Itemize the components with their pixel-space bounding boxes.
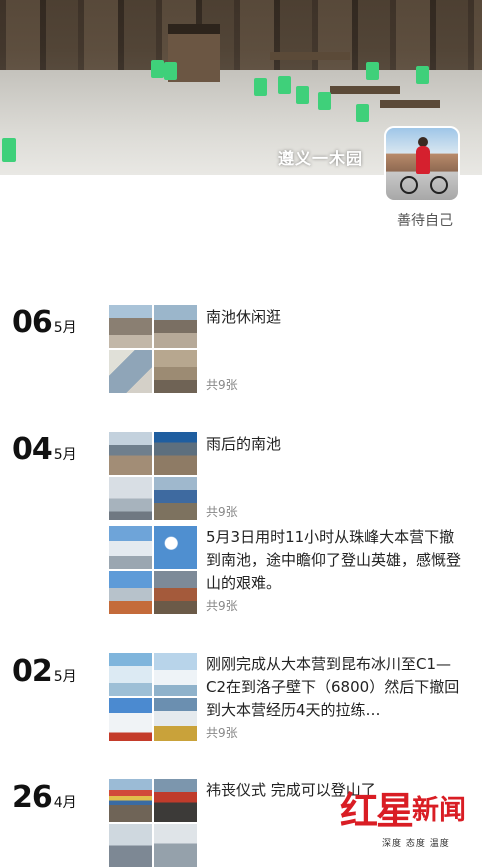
cover-stool	[254, 78, 267, 96]
photo-thumb[interactable]	[154, 305, 197, 348]
moment-entry[interactable]: 南池休闲逛 共9张	[109, 305, 469, 395]
photo-thumb[interactable]	[109, 477, 152, 520]
photo-thumb[interactable]	[109, 432, 152, 475]
photo-thumb[interactable]	[109, 653, 152, 696]
photo-thumb[interactable]	[109, 824, 152, 867]
watermark-logo: 红星 新闻 深度 态度 温度	[340, 780, 480, 856]
cover-stool	[318, 92, 331, 110]
photo-thumb[interactable]	[154, 526, 197, 569]
date-month: 5月	[53, 669, 77, 685]
date-label: 26 4月	[12, 780, 77, 815]
date-day: 26	[12, 780, 53, 815]
cover-stool	[416, 66, 429, 84]
photo-grid[interactable]	[109, 432, 197, 520]
photo-thumb[interactable]	[109, 526, 152, 569]
date-label: 06 5月	[12, 305, 77, 340]
photo-grid[interactable]	[109, 653, 197, 741]
cover-stool	[356, 104, 369, 122]
cover-stool	[278, 76, 291, 94]
date-label: 04 5月	[12, 432, 77, 467]
photo-count: 共9张	[206, 378, 238, 392]
moment-text[interactable]: 5月3日用时11小时从珠峰大本营下撤到南池，途中瞻仰了登山英雄，感慨登山的艰难。	[206, 526, 468, 595]
avatar-bike-wheel	[430, 176, 448, 194]
photo-count: 共9张	[206, 726, 238, 740]
photo-thumb[interactable]	[154, 779, 197, 822]
moment-entry[interactable]: 5月3日用时11小时从珠峰大本营下撤到南池，途中瞻仰了登山英雄，感慨登山的艰难。…	[109, 526, 469, 616]
date-month: 5月	[53, 320, 77, 336]
date-month: 5月	[53, 447, 77, 463]
profile-avatar[interactable]	[384, 126, 460, 202]
avatar-bike-wheel	[400, 176, 418, 194]
profile-name[interactable]: 善待自己	[385, 210, 465, 230]
cover-stool	[2, 138, 16, 162]
photo-thumb[interactable]	[109, 779, 152, 822]
cover-bench	[380, 100, 440, 108]
moment-text[interactable]: 南池休闲逛	[206, 306, 468, 329]
moment-text[interactable]: 刚刚完成从大本营到昆布冰川至C1—C2在到洛子壁下（6800）然后下撤回到大本营…	[206, 653, 468, 722]
photo-grid[interactable]	[109, 526, 197, 614]
photo-thumb[interactable]	[154, 653, 197, 696]
watermark-brand-red: 红星	[340, 788, 414, 833]
cover-caption: 遵义一木园	[278, 149, 364, 168]
date-day: 04	[12, 432, 53, 467]
cover-stool	[151, 60, 164, 78]
photo-thumb[interactable]	[109, 305, 152, 348]
cover-stool	[296, 86, 309, 104]
cover-stool	[366, 62, 379, 80]
photo-thumb[interactable]	[109, 571, 152, 614]
moment-entry[interactable]: 雨后的南池 共9张	[109, 432, 469, 522]
watermark-slogan: 深度 态度 温度	[380, 836, 452, 849]
date-label: 02 5月	[12, 654, 77, 689]
photo-thumb[interactable]	[109, 698, 152, 741]
photo-thumb[interactable]	[109, 350, 152, 393]
date-day: 06	[12, 305, 53, 340]
photo-grid[interactable]	[109, 305, 197, 393]
avatar-figure	[416, 146, 430, 174]
moment-entry[interactable]: 刚刚完成从大本营到昆布冰川至C1—C2在到洛子壁下（6800）然后下撤回到大本营…	[109, 653, 469, 743]
moment-text[interactable]: 雨后的南池	[206, 433, 468, 456]
cover-bench	[270, 52, 350, 60]
cover-bench	[330, 86, 400, 94]
photo-thumb[interactable]	[154, 477, 197, 520]
watermark-brand-news: 新闻	[412, 795, 466, 826]
photo-count: 共9张	[206, 505, 238, 519]
photo-count: 共9张	[206, 599, 238, 613]
date-month: 4月	[53, 795, 77, 811]
photo-thumb[interactable]	[154, 824, 197, 867]
photo-grid[interactable]	[109, 779, 197, 867]
photo-thumb[interactable]	[154, 571, 197, 614]
cover-stool	[164, 62, 177, 80]
photo-thumb[interactable]	[154, 432, 197, 475]
date-day: 02	[12, 654, 53, 689]
cover-building	[0, 0, 482, 70]
photo-thumb[interactable]	[154, 350, 197, 393]
photo-thumb[interactable]	[154, 698, 197, 741]
